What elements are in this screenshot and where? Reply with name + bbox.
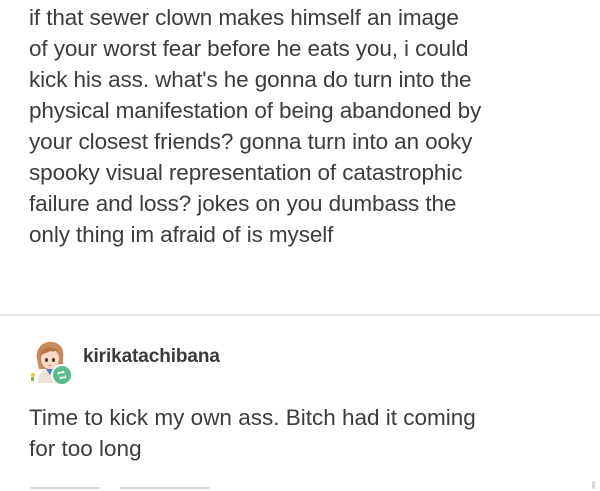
- post-footer-edge: [0, 481, 600, 491]
- anime-avatar-icon[interactable]: [29, 339, 73, 386]
- reblog-icon: [51, 364, 73, 386]
- original-post-text: if that sewer clown makes himself an ima…: [29, 5, 482, 247]
- reblog-header: kirikatachibana: [29, 339, 569, 389]
- tumblr-post: if that sewer clown makes himself an ima…: [0, 0, 600, 491]
- reblog-text: Time to kick my own ass. Bitch had it co…: [29, 405, 476, 461]
- reblog-username[interactable]: kirikatachibana: [83, 346, 220, 368]
- post-divider: [0, 314, 600, 316]
